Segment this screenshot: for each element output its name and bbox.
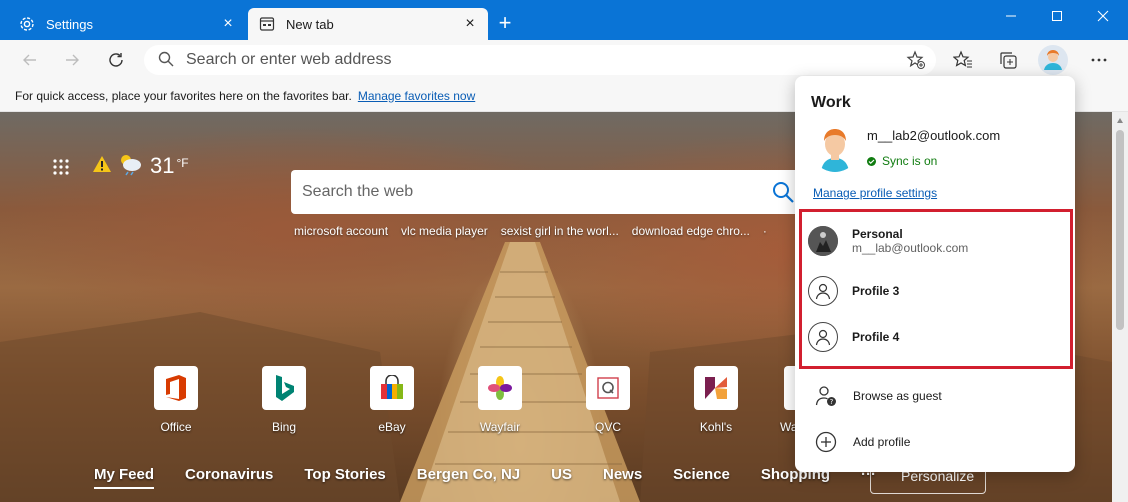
- close-icon[interactable]: ×: [220, 16, 236, 32]
- new-tab-button[interactable]: +: [494, 12, 516, 35]
- maximize-button[interactable]: [1034, 0, 1080, 32]
- feed-tab-science[interactable]: Science: [673, 466, 730, 489]
- weather-widget[interactable]: 31 °F: [92, 152, 189, 179]
- manage-favorites-link[interactable]: Manage favorites now: [358, 89, 475, 103]
- suggestion-item[interactable]: sexist girl in the worl...: [501, 224, 619, 238]
- apps-grid-icon[interactable]: [52, 158, 70, 176]
- gear-icon: [18, 15, 36, 33]
- quick-link-qvc[interactable]: QVC: [578, 366, 638, 434]
- svg-text:?: ?: [830, 398, 834, 406]
- refresh-button[interactable]: [102, 46, 130, 74]
- tile-label: Wa: [780, 420, 798, 434]
- profile-avatar-button[interactable]: [1038, 45, 1068, 75]
- search-suggestions: microsoft account vlc media player sexis…: [294, 224, 767, 238]
- scrollbar-thumb[interactable]: [1116, 130, 1124, 330]
- feed-navigation: My Feed Coronavirus Top Stories Bergen C…: [94, 466, 907, 489]
- feed-tab-local[interactable]: Bergen Co, NJ: [417, 466, 520, 489]
- tab-settings[interactable]: Settings ×: [8, 8, 246, 40]
- tile-label: Kohl's: [699, 420, 733, 434]
- favorites-icon[interactable]: [949, 46, 977, 74]
- search-icon[interactable]: [771, 180, 795, 204]
- scrollbar[interactable]: [1112, 112, 1128, 502]
- close-icon[interactable]: ×: [462, 16, 478, 32]
- person-icon: [808, 322, 838, 352]
- sync-status: Sync is on: [867, 154, 937, 168]
- ebay-icon: [370, 366, 414, 410]
- more-options-icon[interactable]: [1085, 46, 1113, 74]
- quick-link-office[interactable]: Office: [146, 366, 206, 434]
- back-button[interactable]: [16, 46, 44, 74]
- temperature: 31: [150, 152, 175, 178]
- warning-icon: [92, 155, 112, 176]
- quick-link-bing[interactable]: Bing: [254, 366, 314, 434]
- manage-profile-settings-link[interactable]: Manage profile settings: [813, 186, 937, 200]
- profile-name: Profile 4: [852, 330, 900, 344]
- quick-link-wayfair[interactable]: Wayfair: [470, 366, 530, 434]
- forward-button[interactable]: [58, 46, 86, 74]
- add-profile-button[interactable]: Add profile: [815, 431, 910, 453]
- personal-profile-avatar: [808, 226, 838, 256]
- browse-as-guest-label: Browse as guest: [853, 389, 942, 403]
- add-profile-label: Add profile: [853, 435, 911, 449]
- quick-link-kohls[interactable]: Kohl's: [686, 366, 746, 434]
- search-icon: [158, 51, 174, 70]
- bing-icon: [262, 366, 306, 410]
- profile-name: Profile 3: [852, 284, 900, 298]
- profile-email: m__lab2@outlook.com: [867, 128, 1001, 143]
- suggestion-item[interactable]: microsoft account: [294, 224, 388, 238]
- web-search-input[interactable]: [302, 183, 762, 201]
- feed-tab-coronavirus[interactable]: Coronavirus: [185, 466, 273, 489]
- close-window-button[interactable]: [1080, 0, 1126, 32]
- profile-email: m__lab@outlook.com: [852, 241, 969, 255]
- feed-tab-my-feed[interactable]: My Feed: [94, 466, 155, 489]
- collections-icon[interactable]: [994, 46, 1022, 74]
- suggestion-item[interactable]: ·: [763, 224, 767, 238]
- person-icon: [808, 276, 838, 306]
- tile-label: eBay: [378, 420, 406, 434]
- tile-label: QVC: [594, 420, 621, 434]
- temperature-unit: °F: [176, 156, 189, 170]
- wayfair-icon: [478, 366, 522, 410]
- other-profiles-highlight: Personal m__lab@outlook.com Profile 3 Pr…: [799, 209, 1073, 369]
- tile-label: Bing: [271, 420, 297, 434]
- favorites-bar-message: For quick access, place your favorites h…: [15, 88, 352, 103]
- title-bar: Settings × New tab × +: [0, 0, 1128, 40]
- web-search-box[interactable]: [291, 170, 811, 214]
- tab-label: New tab: [286, 16, 334, 32]
- profile-avatar: [811, 124, 859, 172]
- suggestion-item[interactable]: download edge chro...: [632, 224, 750, 238]
- address-input[interactable]: [186, 51, 866, 69]
- tile-label: Office: [160, 420, 192, 434]
- toolbar: [0, 40, 1128, 80]
- profile-item-profile-4[interactable]: Profile 4: [808, 322, 899, 352]
- browse-as-guest-button[interactable]: ? Browse as guest: [815, 385, 942, 407]
- tab-label: Settings: [46, 16, 93, 32]
- feed-tab-top-stories[interactable]: Top Stories: [304, 466, 385, 489]
- kohls-icon: [694, 366, 738, 410]
- newtab-icon: [258, 15, 276, 33]
- profile-item-personal[interactable]: Personal m__lab@outlook.com: [808, 226, 968, 256]
- qvc-icon: [586, 366, 630, 410]
- quick-link-ebay[interactable]: eBay: [362, 366, 422, 434]
- tile-label: Wayfair: [479, 420, 521, 434]
- office-icon: [154, 366, 198, 410]
- partly-cloudy-rain-icon: [116, 152, 144, 179]
- profile-item-profile-3[interactable]: Profile 3: [808, 276, 899, 306]
- sync-status-text: Sync is on: [882, 154, 938, 168]
- feed-tab-news[interactable]: News: [603, 466, 642, 489]
- guest-icon: ?: [815, 385, 837, 407]
- check-icon: [867, 156, 876, 166]
- profile-name: Personal: [852, 227, 903, 241]
- profile-flyout-title: Work: [811, 94, 851, 111]
- add-icon: [815, 431, 837, 453]
- tab-new-tab[interactable]: New tab ×: [248, 8, 488, 40]
- profile-flyout: Work m__lab2@outlook.com Sync is on Mana…: [795, 76, 1075, 472]
- feed-tab-us[interactable]: US: [551, 466, 572, 489]
- suggestion-item[interactable]: vlc media player: [401, 224, 488, 238]
- scroll-up-icon[interactable]: [1116, 117, 1124, 125]
- address-bar[interactable]: [144, 45, 936, 75]
- add-favorite-icon[interactable]: [906, 50, 926, 70]
- minimize-button[interactable]: [988, 0, 1034, 32]
